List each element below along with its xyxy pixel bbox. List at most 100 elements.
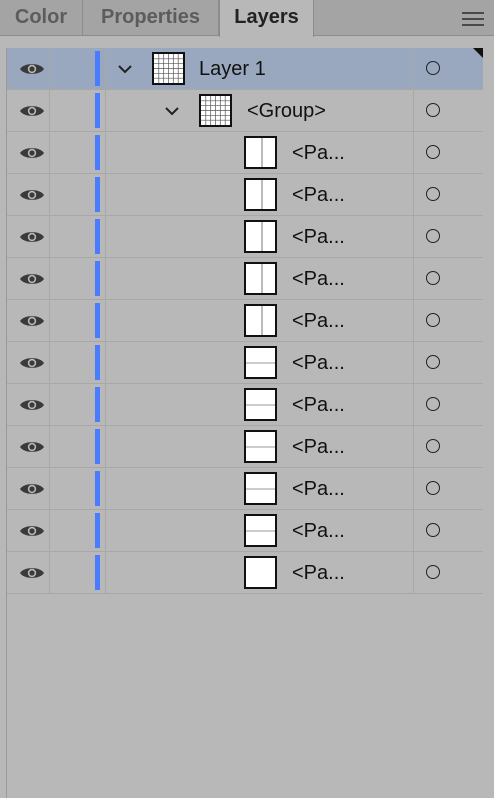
target-circle-icon[interactable] [426,481,440,495]
divider [413,258,414,299]
lock-toggle[interactable] [50,342,93,383]
layer-name[interactable]: Layer 1 [199,48,266,90]
target-circle-icon[interactable] [426,355,440,369]
divider [413,426,414,467]
target-circle-icon[interactable] [426,271,440,285]
panel-tab-bar: Color Properties Layers [0,0,494,37]
target-circle-icon[interactable] [426,145,440,159]
layer-row[interactable]: <Pa... [7,132,483,174]
layer-name[interactable]: <Pa... [292,468,345,510]
lock-toggle[interactable] [50,132,93,173]
divider [413,552,414,593]
layer-row[interactable]: Layer 1 [7,48,483,90]
layer-row[interactable]: <Group> [7,90,483,132]
layer-thumbnail [244,514,277,547]
layer-name[interactable]: <Pa... [292,384,345,426]
target-circle-icon[interactable] [426,187,440,201]
divider [413,90,414,131]
target-circle-icon[interactable] [426,229,440,243]
layer-color-bar [95,471,100,506]
target-circle-icon[interactable] [426,103,440,117]
lock-toggle[interactable] [50,468,93,509]
layer-color-bar [95,387,100,422]
layer-row[interactable]: <Pa... [7,216,483,258]
layer-thumbnail [244,262,277,295]
visibility-eye-icon[interactable] [19,523,45,539]
layer-row[interactable]: <Pa... [7,552,483,594]
lock-toggle[interactable] [50,552,93,593]
divider [105,90,106,131]
layer-thumbnail [244,220,277,253]
visibility-eye-icon[interactable] [19,103,45,119]
chevron-down-icon[interactable] [117,62,133,74]
visibility-eye-icon[interactable] [19,481,45,497]
layer-row[interactable]: <Pa... [7,258,483,300]
layer-name[interactable]: <Group> [247,90,326,132]
layer-thumbnail [244,388,277,421]
divider [105,552,106,593]
hamburger-menu-icon[interactable] [462,10,484,28]
visibility-eye-icon[interactable] [19,355,45,371]
tab-color[interactable]: Color [0,0,83,36]
lock-toggle[interactable] [50,174,93,215]
layer-name[interactable]: <Pa... [292,174,345,216]
layer-color-bar [95,429,100,464]
layer-color-bar [95,177,100,212]
lock-toggle[interactable] [50,426,93,467]
target-circle-icon[interactable] [426,523,440,537]
target-circle-icon[interactable] [426,397,440,411]
divider [105,48,106,89]
visibility-eye-icon[interactable] [19,61,45,77]
layer-row[interactable]: <Pa... [7,510,483,552]
layer-row[interactable]: <Pa... [7,342,483,384]
lock-toggle[interactable] [50,510,93,551]
divider [105,174,106,215]
divider [413,384,414,425]
layer-name[interactable]: <Pa... [292,258,345,300]
layer-name[interactable]: <Pa... [292,300,345,342]
divider [105,426,106,467]
layer-color-bar [95,261,100,296]
target-circle-icon[interactable] [426,313,440,327]
lock-toggle[interactable] [50,384,93,425]
divider [413,48,414,89]
divider [105,300,106,341]
selection-corner-icon [473,48,483,58]
tab-properties[interactable]: Properties [83,0,219,36]
layer-color-bar [95,303,100,338]
visibility-eye-icon[interactable] [19,313,45,329]
chevron-down-icon[interactable] [164,104,180,116]
lock-toggle[interactable] [50,90,93,131]
lock-toggle[interactable] [50,258,93,299]
layer-name[interactable]: <Pa... [292,132,345,174]
visibility-eye-icon[interactable] [19,145,45,161]
layer-name[interactable]: <Pa... [292,426,345,468]
layer-thumbnail [244,472,277,505]
lock-toggle[interactable] [50,216,93,257]
visibility-eye-icon[interactable] [19,439,45,455]
layer-name[interactable]: <Pa... [292,510,345,552]
layer-row[interactable]: <Pa... [7,174,483,216]
layer-color-bar [95,93,100,128]
target-circle-icon[interactable] [426,439,440,453]
lock-toggle[interactable] [50,300,93,341]
tab-layers[interactable]: Layers [219,0,314,37]
layer-name[interactable]: <Pa... [292,342,345,384]
target-circle-icon[interactable] [426,565,440,579]
layer-row[interactable]: <Pa... [7,300,483,342]
layer-row[interactable]: <Pa... [7,384,483,426]
layer-name[interactable]: <Pa... [292,552,345,594]
visibility-eye-icon[interactable] [19,229,45,245]
visibility-eye-icon[interactable] [19,187,45,203]
target-circle-icon[interactable] [426,61,440,75]
divider [413,174,414,215]
visibility-eye-icon[interactable] [19,397,45,413]
visibility-eye-icon[interactable] [19,271,45,287]
layer-row[interactable]: <Pa... [7,426,483,468]
layer-row[interactable]: <Pa... [7,468,483,510]
layer-name[interactable]: <Pa... [292,216,345,258]
layer-thumbnail [199,94,232,127]
visibility-eye-icon[interactable] [19,565,45,581]
lock-toggle[interactable] [50,48,93,89]
layer-color-bar [95,345,100,380]
